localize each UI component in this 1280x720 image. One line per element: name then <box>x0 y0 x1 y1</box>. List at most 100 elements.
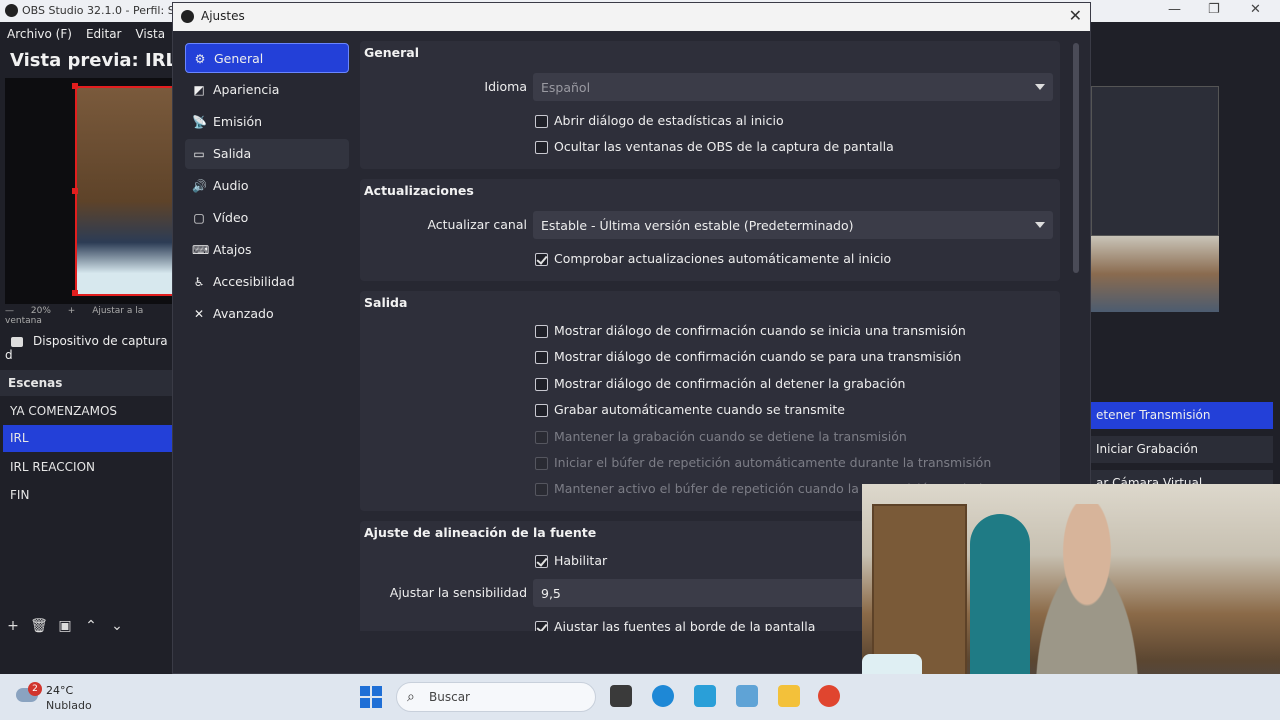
add-scene-icon[interactable]: + <box>0 616 26 634</box>
nav-general[interactable]: ⚙ General <box>185 43 349 73</box>
nav-label: Atajos <box>213 242 252 257</box>
menu-archivo[interactable]: Archivo (F) <box>0 22 79 46</box>
zoom-out-icon[interactable]: — <box>5 306 14 316</box>
search-placeholder: Buscar <box>429 690 470 704</box>
nav-label: Salida <box>213 146 252 161</box>
group-title-updates: Actualizaciones <box>364 183 474 198</box>
edge-browser-icon[interactable] <box>652 685 674 707</box>
checkbox-label: Mostrar diálogo de confirmación cuando s… <box>554 323 966 338</box>
menu-editar[interactable]: Editar <box>79 22 129 46</box>
scene-item-active[interactable]: IRL <box>3 425 175 452</box>
notification-badge: 2 <box>28 682 42 696</box>
nav-accesibilidad[interactable]: ♿ Accesibilidad <box>185 267 349 297</box>
move-up-icon[interactable]: ⌃ <box>78 616 104 634</box>
general-group: General Idioma Español Abrir diálogo de … <box>360 41 1060 169</box>
keyboard-icon: ⌨ <box>192 243 210 257</box>
nav-label: Audio <box>213 178 249 193</box>
file-explorer-icon[interactable] <box>778 685 800 707</box>
gear-icon: ⚙ <box>194 52 206 66</box>
camera-icon <box>11 336 23 347</box>
move-down-icon[interactable]: ⌄ <box>104 616 130 634</box>
nav-apariencia[interactable]: ◩ Apariencia <box>185 75 349 105</box>
photos-icon[interactable] <box>736 685 758 707</box>
scene-filters-icon[interactable]: ▣ <box>52 616 78 634</box>
nav-video[interactable]: ▢ Vídeo <box>185 203 349 233</box>
settings-nav: ⚙ General ◩ Apariencia 📡 Emisión ▭ Salida 🔊 A… <box>185 43 349 631</box>
settings-scrollbar[interactable] <box>1073 43 1079 273</box>
minimize-icon[interactable]: — <box>1168 2 1181 17</box>
antenna-icon: 📡 <box>192 115 207 129</box>
checkbox-box-checked[interactable] <box>535 621 548 631</box>
checkbox-label: Mostrar diálogo de confirmación al deten… <box>554 376 906 391</box>
speaker-icon: 🔊 <box>192 179 207 193</box>
scene-item[interactable]: FIN <box>3 482 175 509</box>
checkbox-label: Mantener la grabación cuando se detiene … <box>554 429 907 444</box>
task-view-icon[interactable] <box>610 685 632 707</box>
zoom-level: 20% <box>30 306 51 316</box>
stop-stream-button[interactable]: etener Transmisión <box>1091 402 1273 429</box>
chevron-down-icon <box>1035 222 1045 228</box>
start-recording-button[interactable]: Iniciar Grabación <box>1091 436 1273 463</box>
scene-item[interactable]: IRL REACCION <box>3 454 175 481</box>
maximize-icon[interactable]: ❐ <box>1208 2 1220 17</box>
menu-vista[interactable]: Vista <box>128 22 172 46</box>
channel-select[interactable]: Estable - Última versión estable (Predet… <box>533 211 1053 239</box>
checkbox-box[interactable] <box>535 141 548 154</box>
checkbox-box-checked[interactable] <box>535 555 548 568</box>
chrome-icon[interactable] <box>818 685 840 707</box>
program-screen-thumb <box>1091 86 1219 236</box>
preview-canvas[interactable] <box>5 78 175 304</box>
checkbox-box <box>535 457 548 470</box>
close-icon[interactable]: ✕ <box>1069 6 1082 25</box>
checkbox-label: Iniciar el búfer de repetición automátic… <box>554 455 992 470</box>
checkbox-box <box>535 483 548 496</box>
weather-widget[interactable]: 2 24°C Nublado <box>16 682 116 714</box>
source-label: Dispositivo de captura d <box>5 334 168 362</box>
resize-handle[interactable] <box>72 83 78 89</box>
nav-avanzado[interactable]: ✕ Avanzado <box>185 299 349 329</box>
checkbox-label: Ocultar las ventanas de OBS de la captur… <box>554 139 894 154</box>
windows-start-icon[interactable] <box>360 686 382 708</box>
monitor-icon: ▢ <box>193 211 205 225</box>
checkbox-label: Mostrar diálogo de confirmación cuando s… <box>554 349 962 364</box>
sensitivity-value: 9,5 <box>541 586 561 601</box>
checkbox-box[interactable] <box>535 378 548 391</box>
channel-value: Estable - Última versión estable (Predet… <box>541 218 854 233</box>
checkbox-box[interactable] <box>535 404 548 417</box>
scenes-header: Escenas <box>0 370 175 396</box>
scene-item[interactable]: YA COMENZAMOS <box>3 398 175 425</box>
program-preview <box>1091 86 1219 312</box>
zoom-in-icon[interactable]: + <box>68 306 76 316</box>
checkbox-box[interactable] <box>535 115 548 128</box>
chevron-down-icon <box>1035 84 1045 90</box>
language-value: Español <box>541 80 591 95</box>
checkbox-label: Grabar automáticamente cuando se transmi… <box>554 402 845 417</box>
nav-atajos[interactable]: ⌨ Atajos <box>185 235 349 265</box>
resize-handle[interactable] <box>72 188 78 194</box>
weather-condition: Nublado <box>46 699 92 712</box>
nav-salida[interactable]: ▭ Salida <box>185 139 349 169</box>
remote-desktop-icon[interactable] <box>694 685 716 707</box>
obs-menubar: Archivo (F) Editar Vista <box>0 22 175 46</box>
checkbox-box[interactable] <box>535 351 548 364</box>
nav-label: Vídeo <box>213 210 249 225</box>
camera-source-preview[interactable] <box>75 86 175 296</box>
search-icon: ⌕ <box>407 689 415 705</box>
nav-audio[interactable]: 🔊 Audio <box>185 171 349 201</box>
resize-handle[interactable] <box>72 290 78 296</box>
language-select[interactable]: Español <box>533 73 1053 101</box>
output-icon: ▭ <box>193 147 205 161</box>
group-title-snapping: Ajuste de alineación de la fuente <box>364 525 597 540</box>
source-row[interactable]: Dispositivo de captura d <box>5 334 175 362</box>
nav-label: Apariencia <box>213 82 280 97</box>
updates-group: Actualizaciones Actualizar canal Estable… <box>360 179 1060 281</box>
taskbar-search[interactable]: ⌕ Buscar <box>396 682 596 712</box>
nav-emision[interactable]: 📡 Emisión <box>185 107 349 137</box>
checkbox-box-checked[interactable] <box>535 253 548 266</box>
scene-toolbar: + 🗑 ▣ ⌃ ⌄ <box>0 616 175 640</box>
remove-scene-icon[interactable]: 🗑 <box>26 616 52 634</box>
close-window-icon[interactable]: ✕ <box>1250 2 1261 17</box>
preview-title: Vista previa: IRL <box>10 50 178 71</box>
checkbox-label: Ajustar las fuentes al borde de la panta… <box>554 619 816 631</box>
checkbox-box[interactable] <box>535 325 548 338</box>
